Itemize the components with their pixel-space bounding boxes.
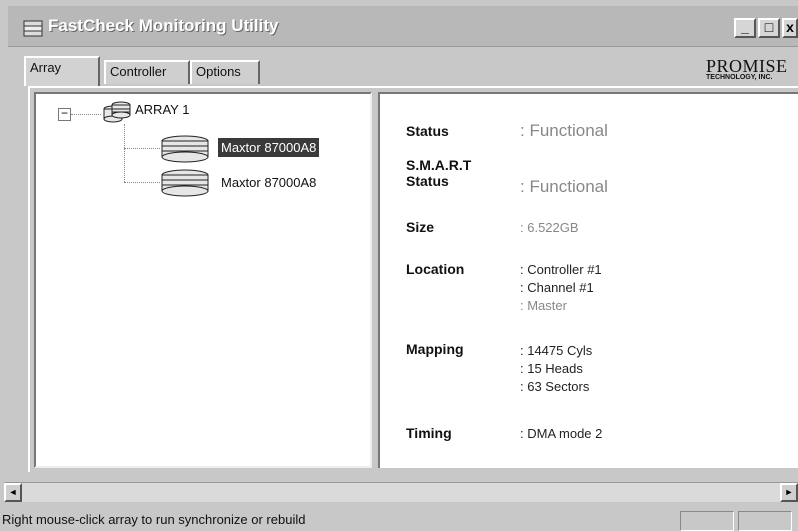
location-channel: : Channel #1 [520,280,594,295]
collapse-toggle[interactable]: − [58,107,71,121]
title-bar[interactable]: FastCheck Monitoring Utility _ □ x [8,6,798,47]
timing-value: : DMA mode 2 [520,426,603,441]
status-label: Status [406,123,449,139]
tree-connector [71,114,101,115]
tree-connector [124,148,160,149]
brand-subtitle: TECHNOLOGY, INC. [706,74,773,81]
status-cell [680,511,734,531]
app-window: FastCheck Monitoring Utility _ □ x Array… [0,0,798,531]
close-button[interactable]: x [782,18,798,38]
size-value: : 6.522GB [520,220,579,235]
tab-controller[interactable]: Controller [104,60,190,84]
tree-connector [124,124,125,182]
window-title: FastCheck Monitoring Utility [48,16,279,35]
app-icon [23,20,43,37]
tab-options[interactable]: Options [190,60,260,84]
mapping-label: Mapping [406,341,464,357]
smart-status-value: : Functional [520,177,608,196]
tree-node-drive-1[interactable]: Maxtor 87000A8 [218,138,320,157]
horizontal-scrollbar[interactable]: ◄ ► [4,482,798,502]
maximize-button[interactable]: □ [758,18,780,38]
tree-node-drive-2[interactable]: Maxtor 87000A8 [221,175,316,190]
mapping-sectors: : 63 Sectors [520,379,590,394]
location-label: Location [406,261,465,277]
size-label: Size [406,219,435,235]
scroll-right-button[interactable]: ► [780,483,798,502]
tree-node-array[interactable]: ARRAY 1 [135,102,189,117]
smart-label-line2: Status [406,173,449,189]
timing-label: Timing [406,425,452,441]
tree-connector [124,182,160,183]
status-message: Right mouse-click array to run synchroni… [2,512,306,527]
drive-icon [161,135,209,163]
drive-icon [161,169,209,197]
location-controller: : Controller #1 [520,262,602,277]
status-value: : Functional [520,121,608,140]
status-cell [738,511,792,531]
scroll-left-button[interactable]: ◄ [4,483,22,502]
status-bar: Right mouse-click array to run synchroni… [0,506,798,531]
array-icon [103,101,131,123]
minimize-button[interactable]: _ [734,18,756,38]
location-master: : Master [520,298,567,313]
mapping-cylinders: : 14475 Cyls [520,343,593,358]
tab-array[interactable]: Array [24,56,100,86]
mapping-heads: : 15 Heads [520,361,583,376]
